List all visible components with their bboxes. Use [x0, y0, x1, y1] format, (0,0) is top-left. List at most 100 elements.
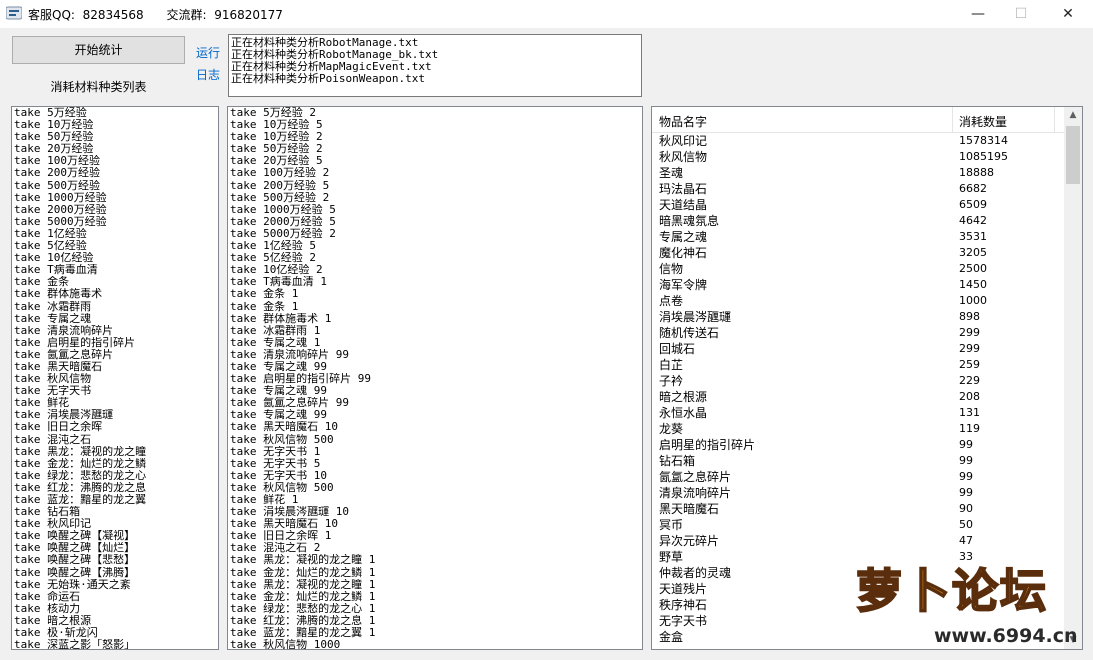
- table-row[interactable]: 冥币 50: [652, 517, 1064, 533]
- log-link[interactable]: 日志: [196, 66, 220, 83]
- scroll-thumb[interactable]: [1066, 126, 1080, 184]
- table-row[interactable]: 涓埃晨涔甅璭 898: [652, 309, 1064, 325]
- log-output[interactable]: 正在材料种类分析RobotManage.txt 正在材料种类分析RobotMana…: [228, 34, 642, 97]
- list-item[interactable]: take 500万经验 2: [228, 192, 642, 204]
- list-item[interactable]: take 核动力: [12, 603, 218, 615]
- list-item[interactable]: take 氤氲之息碎片: [12, 349, 218, 361]
- list-item[interactable]: take 无字天书 10: [228, 470, 642, 482]
- list-item[interactable]: take 绿龙：悲愁的龙之心 1: [228, 603, 642, 615]
- list-item[interactable]: take 200万经验 5: [228, 180, 642, 192]
- list-item[interactable]: take 2000万经验 5: [228, 216, 642, 228]
- list-item[interactable]: take 专属之魂 99: [228, 385, 642, 397]
- table-row[interactable]: 白芷 259: [652, 357, 1064, 373]
- table-row[interactable]: 启明星的指引碎片 99: [652, 437, 1064, 453]
- list-item[interactable]: take 专属之魂 1: [228, 337, 642, 349]
- close-icon[interactable]: ✕: [1045, 0, 1091, 28]
- material-type-list[interactable]: take 5万经验 take 10万经验 take 50万经验 take 20万经验 t…: [11, 106, 219, 650]
- list-item[interactable]: take 100万经验: [12, 155, 218, 167]
- list-item[interactable]: take 无字天书 5: [228, 458, 642, 470]
- list-item[interactable]: take 绿龙：悲愁的龙之心: [12, 470, 218, 482]
- list-item[interactable]: take 黑龙：凝视的龙之瞳: [12, 446, 218, 458]
- list-item[interactable]: take 秋风信物 500: [228, 434, 642, 446]
- column-header-item-name[interactable]: 物品名字: [659, 113, 707, 130]
- list-item[interactable]: take 200万经验: [12, 167, 218, 179]
- list-item[interactable]: take 金条 1: [228, 301, 642, 313]
- list-item[interactable]: take 鲜花: [12, 397, 218, 409]
- table-row[interactable]: 钻石箱 99: [652, 453, 1064, 469]
- list-item[interactable]: take 5亿经验 2: [228, 252, 642, 264]
- list-item[interactable]: take 清泉流响碎片: [12, 325, 218, 337]
- list-item[interactable]: take 启明星的指引碎片 99: [228, 373, 642, 385]
- table-row[interactable]: 清泉流响碎片 99: [652, 485, 1064, 501]
- table-row[interactable]: 信物 2500: [652, 261, 1064, 277]
- list-item[interactable]: take 5000万经验 2: [228, 228, 642, 240]
- list-item[interactable]: take 旧日之余晖: [12, 421, 218, 433]
- table-row[interactable]: 子衿 229: [652, 373, 1064, 389]
- list-item[interactable]: take 唤醒之碑【沸腾】: [12, 567, 218, 579]
- maximize-icon[interactable]: ☐: [998, 0, 1044, 28]
- list-item[interactable]: take 秋风信物 500: [228, 482, 642, 494]
- list-item[interactable]: take 1亿经验: [12, 228, 218, 240]
- list-item[interactable]: take 5万经验 2: [228, 107, 642, 119]
- list-item[interactable]: take 金条: [12, 276, 218, 288]
- list-item[interactable]: take 50万经验: [12, 131, 218, 143]
- table-row[interactable]: 随机传送石 299: [652, 325, 1064, 341]
- table-row[interactable]: 秋风信物 1085195: [652, 149, 1064, 165]
- list-item[interactable]: take 蓝龙：黯星的龙之翼 1: [228, 627, 642, 639]
- column-header-quantity[interactable]: 消耗数量: [959, 113, 1007, 130]
- list-item[interactable]: take T病毒血清 1: [228, 276, 642, 288]
- list-item[interactable]: take 唤醒之碑【凝视】: [12, 530, 218, 542]
- list-item[interactable]: take 无字天书 1: [228, 446, 642, 458]
- list-item[interactable]: take 黑天暗魔石 10: [228, 421, 642, 433]
- list-item[interactable]: take 混沌之石 2: [228, 542, 642, 554]
- list-item[interactable]: take 命运石: [12, 591, 218, 603]
- list-item[interactable]: take 秋风信物: [12, 373, 218, 385]
- table-row[interactable]: 点卷 1000: [652, 293, 1064, 309]
- list-item[interactable]: take 50万经验 2: [228, 143, 642, 155]
- list-item[interactable]: take 10万经验 5: [228, 119, 642, 131]
- list-item[interactable]: take 5万经验: [12, 107, 218, 119]
- list-item[interactable]: take 黑天暗魔石 10: [228, 518, 642, 530]
- list-item[interactable]: take 红龙：沸腾的龙之息: [12, 482, 218, 494]
- list-item[interactable]: take 金龙：灿烂的龙之鳞: [12, 458, 218, 470]
- list-item[interactable]: take 混沌之石: [12, 434, 218, 446]
- list-item[interactable]: take 10万经验 2: [228, 131, 642, 143]
- list-item[interactable]: take 金龙：灿烂的龙之鳞 1: [228, 591, 642, 603]
- start-statistics-button[interactable]: 开始统计: [12, 36, 185, 64]
- table-row[interactable]: 龙葵 119: [652, 421, 1064, 437]
- scroll-up-icon[interactable]: ▲: [1064, 107, 1082, 124]
- list-item[interactable]: take 20万经验: [12, 143, 218, 155]
- table-row[interactable]: 暗之根源 208: [652, 389, 1064, 405]
- list-item[interactable]: take 2000万经验: [12, 204, 218, 216]
- table-row[interactable]: 永恒水晶 131: [652, 405, 1064, 421]
- list-item[interactable]: take 金条 1: [228, 288, 642, 300]
- list-item[interactable]: take 1000万经验: [12, 192, 218, 204]
- run-link[interactable]: 运行: [196, 44, 220, 61]
- table-row[interactable]: 回城石 299: [652, 341, 1064, 357]
- table-row[interactable]: 玛法晶石 6682: [652, 181, 1064, 197]
- list-item[interactable]: take 秋风信物 1000: [228, 639, 642, 649]
- list-item[interactable]: take 100万经验 2: [228, 167, 642, 179]
- list-item[interactable]: take 红龙：沸腾的龙之息 1: [228, 615, 642, 627]
- list-item[interactable]: take 氤氲之息碎片 99: [228, 397, 642, 409]
- list-item[interactable]: take 10万经验: [12, 119, 218, 131]
- table-row[interactable]: 氤氲之息碎片 99: [652, 469, 1064, 485]
- table-row[interactable]: 海军令牌 1450: [652, 277, 1064, 293]
- list-item[interactable]: take 钻石箱: [12, 506, 218, 518]
- list-item[interactable]: take 涓埃晨涔甅璭 10: [228, 506, 642, 518]
- list-item[interactable]: take 10亿经验 2: [228, 264, 642, 276]
- table-row[interactable]: 秋风印记 1578314: [652, 133, 1064, 149]
- list-item[interactable]: take 秋风印记: [12, 518, 218, 530]
- table-row[interactable]: 魔化神石 3205: [652, 245, 1064, 261]
- list-item[interactable]: take 黑龙：凝视的龙之瞳 1: [228, 554, 642, 566]
- list-item[interactable]: take 黑龙：凝视的龙之瞳 1: [228, 579, 642, 591]
- table-row[interactable]: 天道结晶 6509: [652, 197, 1064, 213]
- list-item[interactable]: take 鲜花 1: [228, 494, 642, 506]
- list-item[interactable]: take 涓埃晨涔甅璭: [12, 409, 218, 421]
- list-item[interactable]: take 启明星的指引碎片: [12, 337, 218, 349]
- table-row[interactable]: 异次元碎片 47: [652, 533, 1064, 549]
- list-item[interactable]: take 无字天书: [12, 385, 218, 397]
- list-item[interactable]: take 5亿经验: [12, 240, 218, 252]
- list-item[interactable]: take 极·斩龙闪: [12, 627, 218, 639]
- list-item[interactable]: take 无始珠·通天之紊: [12, 579, 218, 591]
